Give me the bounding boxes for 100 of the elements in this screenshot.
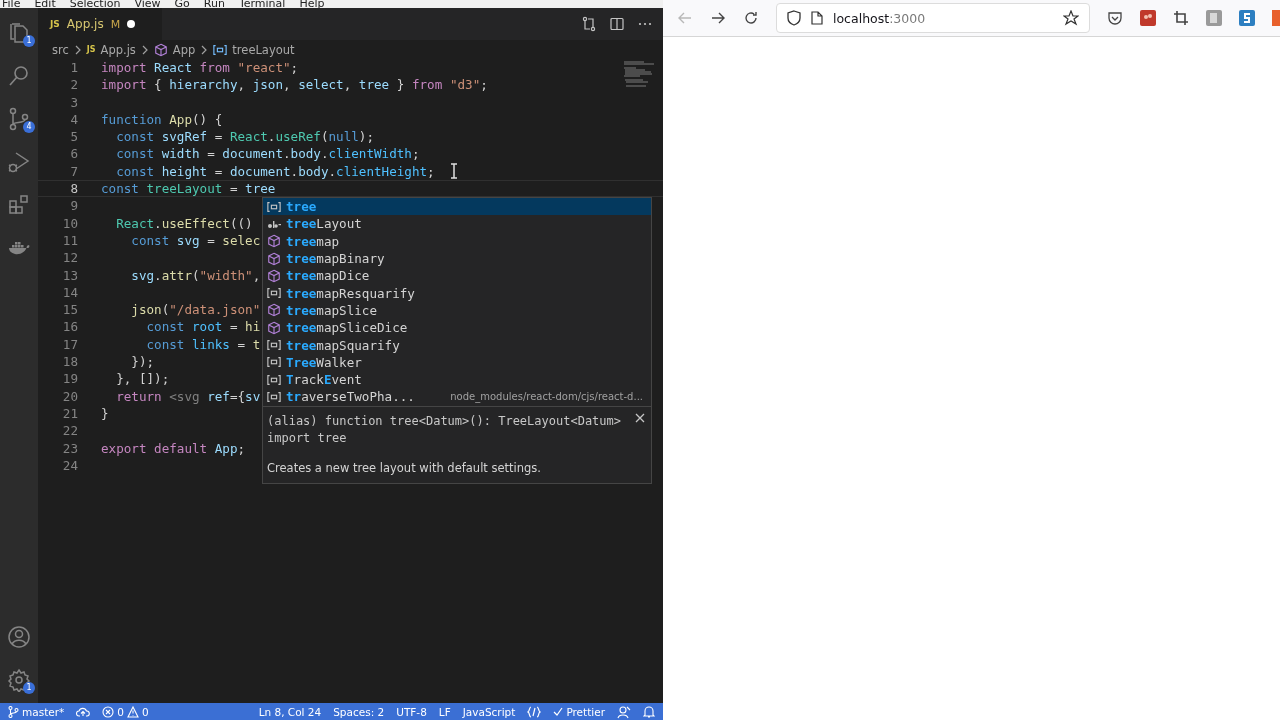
suggestion-item[interactable]: treeLayout [263, 215, 651, 233]
forward-icon[interactable] [710, 10, 726, 26]
suggestion-item[interactable]: treemapDice [263, 267, 651, 285]
variable-icon [267, 200, 281, 213]
account-icon[interactable] [7, 625, 31, 649]
warning-icon [126, 705, 139, 718]
cursor-position[interactable]: Ln 8, Col 24 [258, 705, 322, 718]
feedback-icon[interactable] [617, 704, 631, 719]
code-line: import React from "react"; [101, 59, 299, 77]
suggestion-item[interactable]: traverseTwoPha... node_modules/react-dom/cjs/react-d... [263, 388, 651, 406]
chevron-icon [73, 44, 82, 55]
suggestion-item[interactable]: tree [263, 198, 651, 216]
address-bar[interactable]: localhost:3000 [776, 3, 1090, 33]
indentation-item[interactable]: Spaces: 2 [333, 705, 385, 718]
settings-icon[interactable] [7, 668, 31, 692]
branch-icon [8, 705, 19, 718]
cloud-upload-icon[interactable] [76, 706, 91, 717]
cube-icon [267, 303, 281, 318]
braces-icon[interactable] [527, 705, 542, 718]
line-number: 2 [69, 76, 78, 94]
minimap-drawing [623, 61, 655, 87]
notification-badge: 1 [23, 682, 35, 694]
line-number: 22 [61, 422, 78, 440]
suggestion-item[interactable]: treemapSliceDice [263, 319, 651, 337]
reload-icon[interactable] [743, 10, 759, 26]
js-file-label: JS [86, 45, 96, 54]
text-icon [267, 218, 281, 229]
line-number: 8 [69, 180, 78, 198]
cube-icon [153, 42, 168, 57]
code-line: const links = t [145, 335, 261, 354]
variable-icon [267, 356, 281, 369]
line-number: 9 [69, 197, 78, 215]
split-editor-icon[interactable] [609, 16, 625, 32]
formatter-item[interactable]: Prettier [553, 705, 605, 718]
breadcrumb-item[interactable]: src [52, 42, 69, 57]
code-line: const svgRef = React.useRef(null); [115, 128, 375, 146]
code-line: svg.attr("width", [130, 266, 261, 284]
language-item[interactable]: JavaScript [462, 705, 516, 718]
chevron-icon [200, 44, 209, 55]
suggestion-item[interactable]: treemapSquarify [263, 336, 651, 354]
line-number: 10 [61, 214, 78, 232]
line-number: 1 [69, 59, 78, 77]
variable-icon [267, 390, 281, 403]
suggestion-item[interactable]: treemap [263, 232, 651, 250]
code-line: const svg = selec [130, 231, 261, 250]
line-number: 14 [61, 283, 78, 302]
line-number: 13 [61, 266, 78, 284]
star-icon[interactable] [1063, 10, 1079, 26]
line-ending-item[interactable]: LF [438, 705, 451, 718]
extensions-icon[interactable] [7, 193, 31, 217]
line-number: 11 [61, 231, 78, 250]
line-number: 3 [69, 93, 78, 111]
breadcrumb-item[interactable]: App.js [100, 42, 136, 57]
suggestion-item[interactable]: treemapBinary [263, 249, 651, 268]
pocket-icon[interactable] [1107, 10, 1123, 26]
code-line: const width = document.body.clientWidth; [115, 145, 420, 163]
suggestion-item[interactable]: treemapResquarify [263, 284, 651, 302]
problems-item[interactable]: 0 0 [102, 705, 149, 718]
line-number: 18 [61, 353, 78, 371]
description-text: Creates a new tree layout with default settings. [267, 460, 542, 475]
file-tab[interactable]: JS App.js M [38, 8, 162, 40]
branch-item[interactable]: master* [8, 705, 65, 718]
code-line: } [101, 404, 109, 423]
line-number: 7 [69, 162, 78, 181]
line-number: 21 [61, 404, 78, 423]
compare-changes-icon[interactable] [581, 16, 597, 32]
page-icon[interactable] [811, 11, 823, 25]
line-number: 5 [69, 128, 78, 146]
code-line: const treeLayout = tree [101, 180, 276, 198]
code-line: json("/data.json" [130, 301, 261, 319]
chevron-icon [140, 44, 149, 55]
line-number: 24 [61, 456, 78, 475]
suggestion-item[interactable]: treemapSlice [263, 301, 651, 320]
line-number: 4 [69, 110, 78, 129]
cube-icon [267, 251, 281, 266]
crop-icon[interactable] [1173, 10, 1189, 26]
cube-icon [267, 234, 281, 249]
breadcrumb-item[interactable]: treeLayout [232, 42, 295, 57]
code-line: }, []); [115, 370, 170, 388]
extension-icon[interactable] [1239, 10, 1255, 26]
code-line: const height = document.body.clientHeight; [115, 162, 435, 181]
suggestion-item[interactable]: TreeWalker [263, 353, 651, 371]
code-line: import { hierarchy, json, select, tree } from "d3"; [101, 76, 488, 94]
close-icon[interactable] [635, 412, 645, 423]
shield-icon[interactable] [787, 10, 801, 26]
files-icon[interactable] [7, 21, 31, 45]
encoding-item[interactable]: UTF-8 [396, 705, 427, 718]
bell-icon[interactable] [643, 705, 655, 718]
notification-badge: 4 [23, 121, 35, 133]
breadcrumb-item[interactable]: App [172, 42, 196, 57]
variable-icon [267, 373, 281, 386]
signature-text: (alias) function tree<Datum>(): TreeLayout<Datum> import tree [267, 412, 622, 447]
code-line: const root = hi [145, 318, 261, 336]
search-icon[interactable] [7, 64, 31, 88]
cube-icon [267, 320, 281, 335]
text-cursor-icon [450, 163, 458, 179]
code-line: React.useEffect(() [115, 214, 253, 232]
extension-icon[interactable] [1140, 10, 1156, 26]
run-debug-icon[interactable] [7, 150, 31, 174]
suggestion-item[interactable]: TrackEvent [263, 370, 651, 389]
